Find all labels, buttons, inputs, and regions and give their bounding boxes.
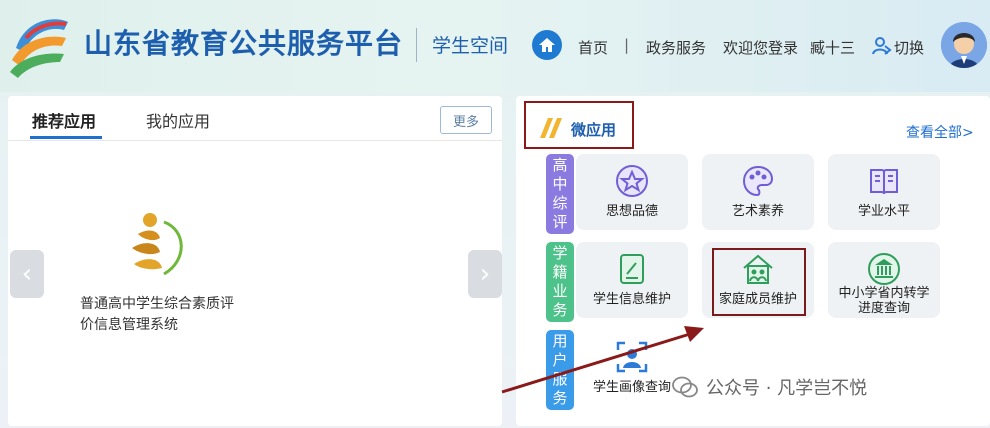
app-label: 学业水平 (857, 204, 910, 219)
category-high-school-evaluation: 高 中 综 评 (546, 154, 574, 234)
app-student-info-maintenance[interactable]: 学生信息维护 (576, 242, 688, 318)
app-label: 学生信息维护 (592, 292, 671, 307)
nav-home-link[interactable]: 首页 (578, 37, 608, 58)
home-icon[interactable] (532, 30, 562, 60)
category-char: 综 (552, 194, 568, 212)
watermark: 公众号 · 凡学岂不悦 (672, 374, 867, 400)
welcome-text: 欢迎您登录 (723, 39, 799, 57)
category-char: 用 (552, 332, 568, 350)
palette-icon (742, 165, 774, 197)
header: 山东省教育公共服务平台 学生空间 首页 | 政务服务 欢迎您登录 臧十三 切换 (0, 0, 990, 92)
avatar[interactable] (941, 22, 987, 68)
category-char: 务 (552, 301, 568, 319)
category-student-status: 学 籍 业 务 (546, 242, 574, 322)
category-char: 服 (552, 370, 568, 388)
switch-link[interactable]: 切换 (894, 37, 924, 58)
star-badge-icon (616, 165, 648, 197)
wechat-icon (672, 376, 698, 398)
app-label: 思想品德 (605, 204, 658, 219)
site-logo-icon (10, 19, 68, 78)
nav-separator: | (624, 36, 630, 54)
evaluation-system-logo-icon[interactable] (124, 208, 190, 278)
category-char: 户 (552, 351, 568, 369)
category-char: 务 (552, 389, 568, 407)
app-label: 中小学省内转学进度查询 (838, 286, 930, 316)
nav-gov-service-link[interactable]: 政务服务 (646, 37, 706, 58)
more-button[interactable]: 更多 (440, 106, 492, 134)
evaluation-system-app-name[interactable]: 普通高中学生综合素质评价信息管理系统 (80, 294, 240, 336)
portrait-scan-icon (616, 341, 648, 373)
category-user-service: 用 户 服 务 (546, 330, 574, 410)
category-char: 高 (552, 156, 568, 174)
tab-my-apps[interactable]: 我的应用 (146, 108, 210, 132)
micro-apps-icon (540, 118, 562, 138)
watermark-text: 公众号 · 凡学岂不悦 (706, 378, 868, 399)
switch-user-icon[interactable] (872, 36, 892, 56)
app-academic-level[interactable]: 学业水平 (828, 154, 940, 230)
category-char: 籍 (552, 263, 568, 281)
category-char: 业 (552, 282, 568, 300)
open-book-icon (870, 169, 898, 195)
app-ideology-morality[interactable]: 思想品德 (576, 154, 688, 230)
category-char: 学 (552, 244, 568, 262)
category-char: 评 (552, 213, 568, 231)
space-name: 学生空间 (432, 35, 509, 57)
tab-divider (8, 140, 502, 141)
micro-apps-title: 微应用 (571, 121, 617, 139)
app-transfer-progress-query[interactable]: 中小学省内转学进度查询 (828, 242, 940, 318)
document-edit-icon (620, 254, 644, 284)
institution-icon (868, 253, 900, 285)
view-all-link[interactable]: 查看全部> (906, 122, 974, 142)
recommended-apps-panel: 推荐应用 我的应用 更多 ‹ › 普通高中学生综合素质评价信息管理系统 (8, 96, 502, 426)
carousel-next-button[interactable]: › (468, 250, 502, 298)
category-char: 中 (552, 175, 568, 193)
carousel-prev-button[interactable]: ‹ (10, 250, 44, 298)
app-art-literacy[interactable]: 艺术素养 (702, 154, 814, 230)
family-member-highlight-box (712, 248, 806, 316)
title-divider (416, 28, 417, 62)
site-title: 山东省教育公共服务平台 (84, 27, 404, 60)
tab-recommended-apps[interactable]: 推荐应用 (32, 108, 96, 132)
app-label: 艺术素养 (731, 204, 784, 219)
username: 臧十三 (810, 39, 856, 57)
active-tab-underline (30, 136, 102, 139)
